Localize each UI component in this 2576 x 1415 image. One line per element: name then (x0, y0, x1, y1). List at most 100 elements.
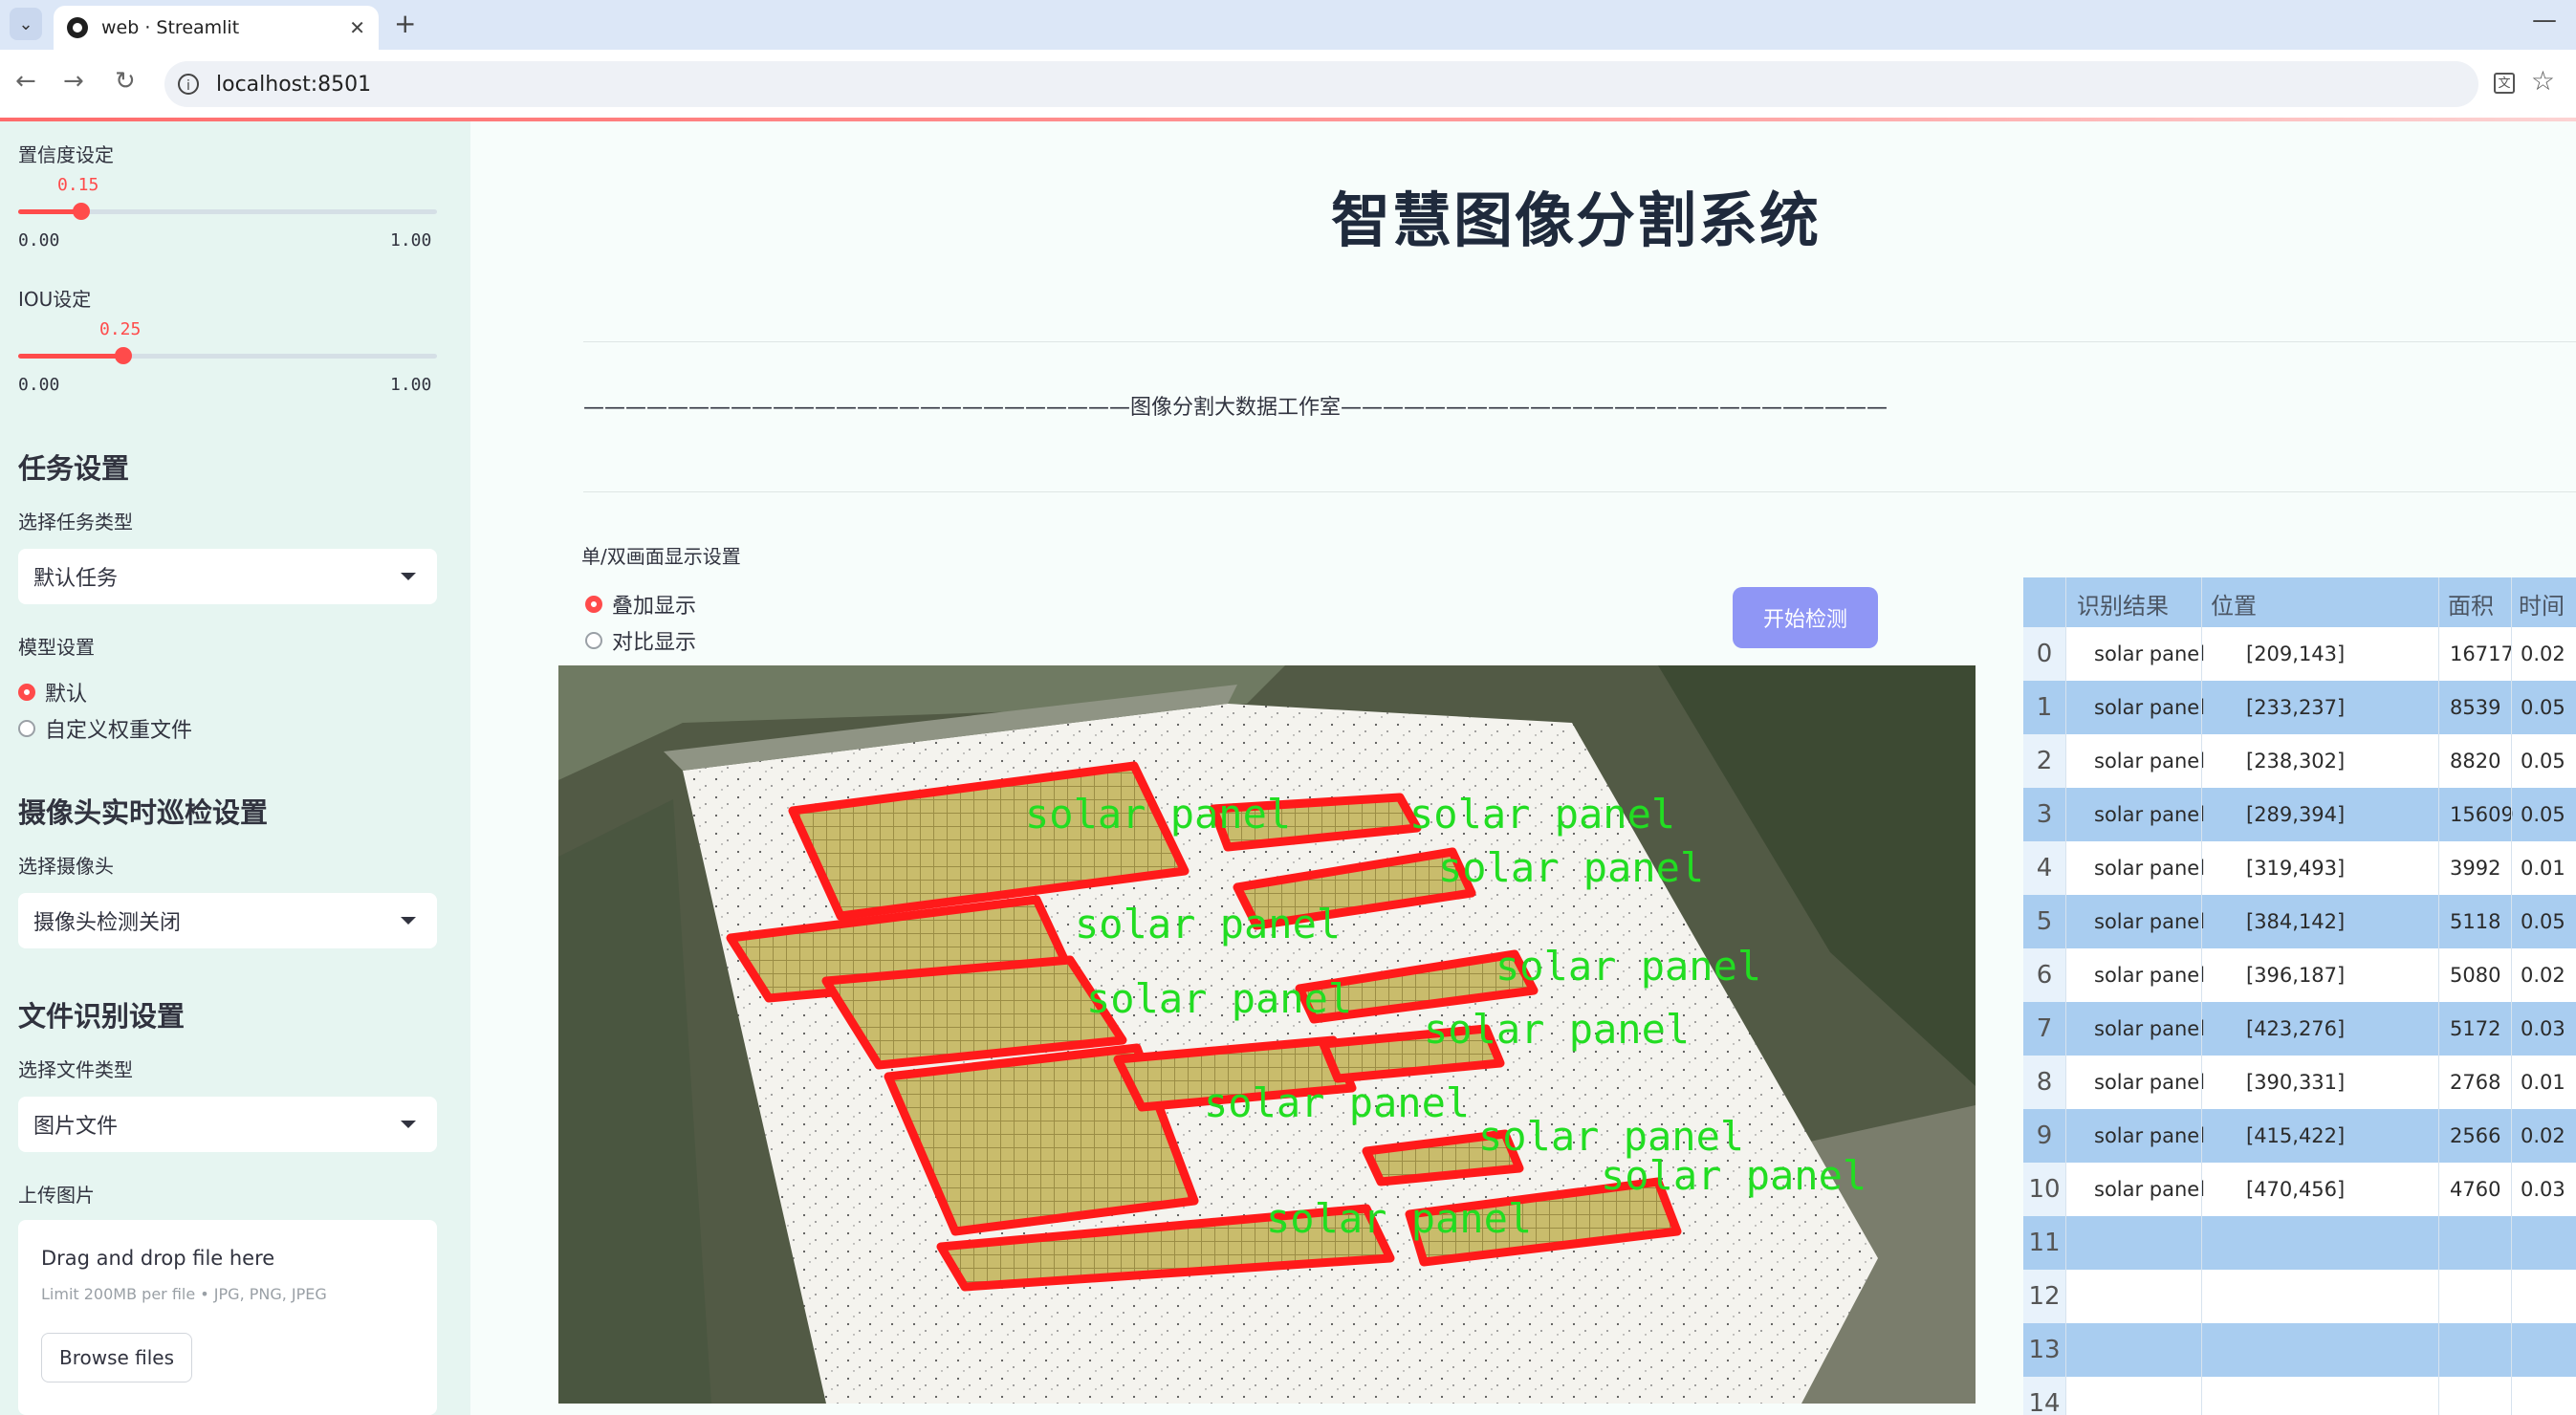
upload-label: 上传图片 (18, 1184, 95, 1207)
translate-icon[interactable]: 文 (2494, 73, 2515, 94)
file-type-selected: 图片文件 (33, 1115, 119, 1139)
cell-area: 8539 (2450, 696, 2501, 719)
row-index: 7 (2023, 1002, 2065, 1056)
file-dropzone[interactable]: Drag and drop file here Limit 200MB per … (18, 1220, 437, 1415)
table-row[interactable]: 1 solar panel [233,237] 8539 0.05 (2023, 681, 2576, 734)
table-row[interactable]: 3 solar panel [289,394] 15609 0.05 (2023, 788, 2576, 841)
table-row[interactable]: 12 (2023, 1270, 2576, 1323)
row-index: 0 (2023, 627, 2065, 681)
cell-result: solar panel (2094, 1017, 2206, 1040)
table-row[interactable]: 5 solar panel [384,142] 5118 0.05 (2023, 895, 2576, 948)
cell-result: solar panel (2094, 910, 2206, 933)
display-option-compare-label: 对比显示 (612, 631, 697, 655)
tab-close-icon[interactable]: ✕ (349, 16, 365, 39)
cell-position: [384,142] (2246, 910, 2346, 933)
task-type-selected: 默认任务 (33, 567, 119, 591)
new-tab-plus-icon[interactable]: + (394, 8, 416, 39)
dropzone-limit: Limit 200MB per file • JPG, PNG, JPEG (41, 1285, 327, 1303)
table-row[interactable]: 11 (2023, 1216, 2576, 1270)
studio-subtitle: ——————————————————————————图像分割大数据工作室————… (583, 396, 1888, 420)
cell-result: solar panel (2094, 1071, 2206, 1094)
column-header-position[interactable]: 位置 (2211, 587, 2257, 620)
row-index: 2 (2023, 734, 2065, 788)
chevron-down-icon (401, 1121, 416, 1128)
cell-time: 0.05 (2521, 910, 2565, 933)
results-table[interactable]: 识别结果 位置 面积 时间 0 solar panel [209,143] 16717… (2023, 577, 2576, 1415)
cell-result: solar panel (2094, 1178, 2206, 1201)
cell-position: [319,493] (2246, 857, 2346, 880)
detection-label: solar panel (1601, 1152, 1867, 1199)
radio-selected-icon[interactable] (585, 596, 602, 613)
camera-settings-heading: 摄像头实时巡检设置 (18, 796, 269, 829)
detection-label: solar panel (1025, 791, 1291, 838)
iou-slider-thumb[interactable] (114, 347, 132, 364)
table-row[interactable]: 8 solar panel [390,331] 2768 0.01 (2023, 1056, 2576, 1109)
model-settings-label: 模型设置 (18, 636, 95, 659)
forward-arrow-icon[interactable]: → (63, 67, 84, 96)
back-arrow-icon[interactable]: ← (15, 67, 36, 96)
column-header-area[interactable]: 面积 (2448, 587, 2494, 620)
column-divider (2065, 577, 2066, 1415)
cell-area: 2566 (2450, 1124, 2501, 1147)
table-row[interactable]: 6 solar panel [396,187] 5080 0.02 (2023, 948, 2576, 1002)
radio-selected-icon[interactable] (18, 684, 35, 701)
table-row[interactable]: 14 (2023, 1377, 2576, 1415)
table-row[interactable]: 7 solar panel [423,276] 5172 0.03 (2023, 1002, 2576, 1056)
row-index: 9 (2023, 1109, 2065, 1163)
confidence-slider[interactable] (18, 203, 437, 220)
tab-search-chevron-icon[interactable]: ⌄ (10, 8, 42, 40)
confidence-slider-thumb[interactable] (72, 203, 90, 220)
window-minimize-icon[interactable]: — (2532, 6, 2557, 34)
camera-selected: 摄像头检测关闭 (33, 911, 182, 935)
cell-position: [238,302] (2246, 750, 2346, 773)
site-info-icon[interactable]: i (178, 74, 199, 95)
reload-icon[interactable]: ↻ (115, 67, 136, 96)
detection-label: solar panel (1438, 844, 1704, 891)
url-field[interactable]: i localhost:8501 (164, 61, 2478, 107)
table-row[interactable]: 9 solar panel [415,422] 2566 0.02 (2023, 1109, 2576, 1163)
bookmark-star-icon[interactable]: ☆ (2531, 65, 2555, 97)
column-divider (2511, 577, 2512, 1415)
cell-result: solar panel (2094, 857, 2206, 880)
cell-area: 5118 (2450, 910, 2501, 933)
table-row[interactable]: 0 solar panel [209,143] 16717 0.02 (2023, 627, 2576, 681)
table-row[interactable]: 2 solar panel [238,302] 8820 0.05 (2023, 734, 2576, 788)
model-option-custom[interactable]: 自定义权重文件 (18, 713, 192, 744)
table-row[interactable]: 13 (2023, 1323, 2576, 1377)
tab-title: web · Streamlit (101, 17, 240, 38)
detection-label: solar panel (1266, 1195, 1532, 1242)
row-index: 1 (2023, 681, 2065, 734)
table-row[interactable]: 10 solar panel [470,456] 4760 0.03 (2023, 1163, 2576, 1216)
detection-label: solar panel (1424, 1006, 1690, 1053)
task-type-select[interactable]: 默认任务 (18, 549, 437, 604)
cell-result: solar panel (2094, 696, 2206, 719)
cell-time: 0.05 (2521, 696, 2565, 719)
camera-select[interactable]: 摄像头检测关闭 (18, 893, 437, 948)
display-option-compare[interactable]: 对比显示 (585, 625, 696, 656)
iou-slider[interactable] (18, 347, 437, 364)
browser-tab-bar: ⌄ web · Streamlit ✕ + — (0, 0, 2576, 50)
column-header-result[interactable]: 识别结果 (2077, 587, 2169, 620)
cell-position: [233,237] (2246, 696, 2346, 719)
aerial-rooftop-image: solar panel solar panel solar panel sola… (558, 665, 1976, 1404)
file-type-select[interactable]: 图片文件 (18, 1097, 437, 1152)
browse-files-button[interactable]: Browse files (41, 1333, 192, 1382)
column-divider (2438, 577, 2439, 1415)
start-detection-button[interactable]: 开始检测 (1733, 587, 1878, 648)
column-divider (2201, 577, 2202, 1415)
cell-area: 16717 (2450, 642, 2514, 665)
column-header-time[interactable]: 时间 (2519, 587, 2565, 620)
radio-unselected-icon[interactable] (585, 632, 602, 649)
browser-tab[interactable]: web · Streamlit ✕ (54, 6, 379, 50)
display-option-overlay[interactable]: 叠加显示 (585, 589, 696, 620)
cell-result: solar panel (2094, 803, 2206, 826)
radio-unselected-icon[interactable] (18, 720, 35, 737)
detection-label: solar panel (1495, 943, 1761, 990)
model-option-default[interactable]: 默认 (18, 677, 87, 708)
url-text[interactable]: localhost:8501 (216, 73, 371, 97)
cell-time: 0.02 (2521, 964, 2565, 987)
cell-area: 4760 (2450, 1178, 2501, 1201)
divider-top (583, 341, 2576, 342)
file-type-label: 选择文件类型 (18, 1058, 133, 1081)
table-row[interactable]: 4 solar panel [319,493] 3992 0.01 (2023, 841, 2576, 895)
